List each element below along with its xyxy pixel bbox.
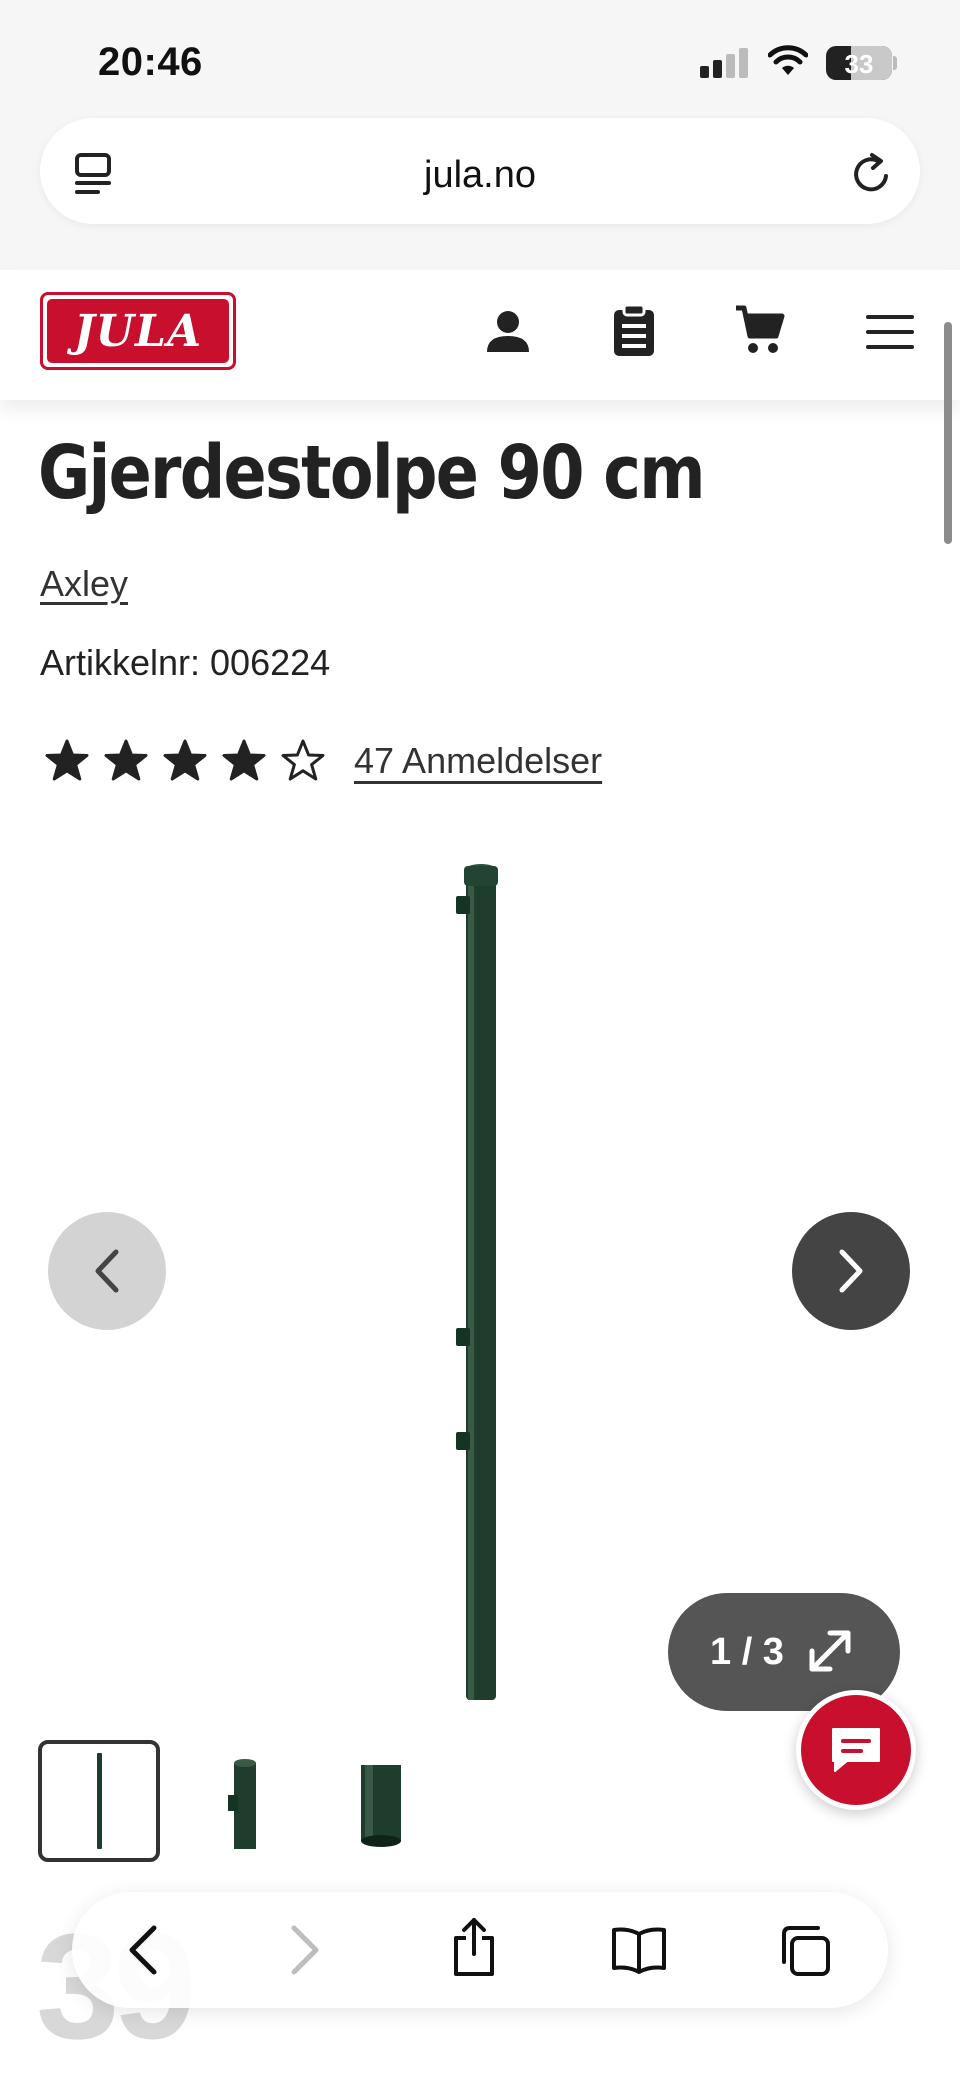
- shopping-list-icon[interactable]: [612, 304, 656, 358]
- battery-icon: 33: [826, 46, 892, 80]
- signal-icon: [700, 48, 748, 78]
- url-text[interactable]: jula.no: [40, 154, 920, 197]
- thumbnail-1[interactable]: [38, 1740, 160, 1862]
- star-filled-icon: [104, 739, 148, 781]
- star-rating[interactable]: [44, 736, 339, 786]
- thumbnail-2[interactable]: [178, 1740, 300, 1862]
- gallery-next-button[interactable]: [792, 1212, 910, 1330]
- site-header: JULA: [0, 270, 960, 400]
- gallery-counter: 1 / 3: [710, 1631, 784, 1673]
- browser-url-area: jula.no: [0, 110, 960, 270]
- battery-level: 33: [844, 49, 874, 79]
- forward-icon[interactable]: [288, 1922, 324, 1978]
- expand-icon[interactable]: [804, 1625, 856, 1677]
- star-filled-icon: [45, 739, 89, 781]
- battery-tip: [893, 56, 897, 70]
- share-icon[interactable]: [450, 1916, 498, 1978]
- back-icon[interactable]: [124, 1922, 160, 1978]
- reviews-link[interactable]: 47 Anmeldelser: [354, 740, 602, 782]
- article-number: Artikkelnr: 006224: [40, 642, 331, 683]
- chevron-left-icon: [95, 1249, 119, 1293]
- jula-logo[interactable]: JULA: [40, 292, 236, 370]
- bookmarks-icon[interactable]: [610, 1926, 668, 1974]
- status-bar: 20:46 33: [0, 0, 960, 110]
- status-time: 20:46: [98, 40, 203, 84]
- reload-icon[interactable]: [852, 152, 892, 194]
- product-image-fence-post[interactable]: [450, 862, 510, 1702]
- account-icon[interactable]: [484, 308, 532, 356]
- product-gallery: 1 / 3: [0, 840, 960, 1711]
- cart-icon[interactable]: [734, 304, 786, 356]
- menu-icon[interactable]: [866, 314, 914, 350]
- product-title: Gjerdestolpe 90 cm: [38, 430, 706, 516]
- tabs-icon[interactable]: [778, 1924, 832, 1978]
- page-scrollbar[interactable]: [944, 322, 952, 544]
- thumbnail-3[interactable]: [320, 1740, 442, 1862]
- star-filled-icon: [163, 739, 207, 781]
- brand-link[interactable]: Axley: [40, 563, 128, 605]
- logo-text: JULA: [73, 305, 203, 357]
- star-filled-icon: [222, 739, 266, 781]
- chat-button[interactable]: [796, 1690, 916, 1810]
- url-bar[interactable]: jula.no: [40, 118, 920, 224]
- chat-icon: [832, 1728, 880, 1772]
- browser-toolbar: [72, 1892, 888, 2008]
- wifi-icon: [768, 45, 808, 75]
- chevron-right-icon: [839, 1249, 863, 1293]
- star-empty-icon: [281, 739, 325, 781]
- gallery-prev-button[interactable]: [48, 1212, 166, 1330]
